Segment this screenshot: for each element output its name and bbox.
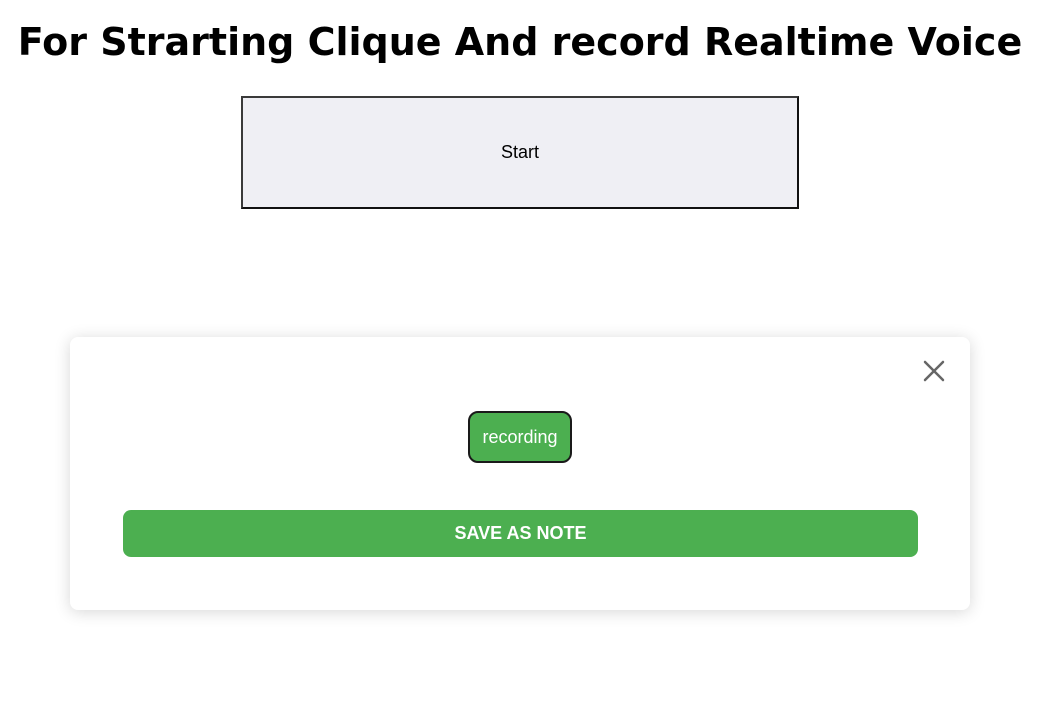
recording-status-button[interactable]: recording — [468, 411, 572, 463]
recording-modal: recording SAVE AS NOTE — [70, 337, 970, 610]
close-button[interactable] — [920, 357, 948, 385]
save-as-note-button[interactable]: SAVE AS NOTE — [123, 510, 918, 557]
start-button[interactable]: Start — [241, 96, 799, 209]
page-title: For Strarting Clique And record Realtime… — [17, 20, 1023, 64]
close-icon — [923, 360, 945, 382]
page: For Strarting Clique And record Realtime… — [0, 0, 1047, 702]
